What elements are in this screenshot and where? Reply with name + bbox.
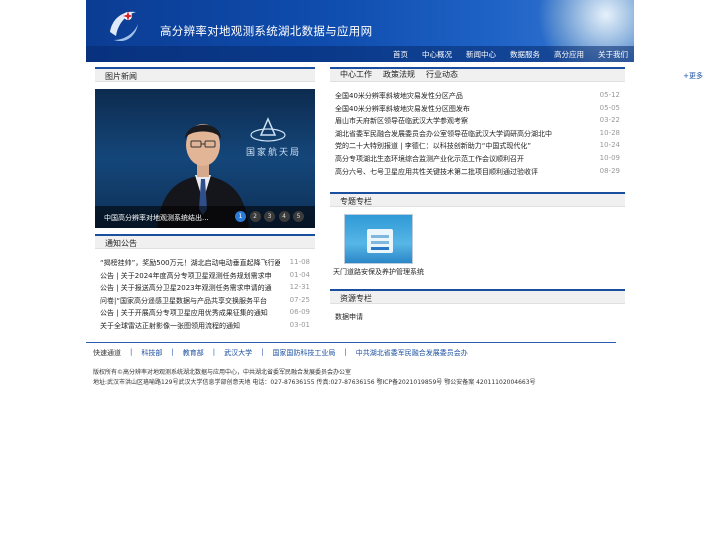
- slide-page-4[interactable]: 4: [278, 211, 290, 222]
- photo-news-title: 图片新闻: [105, 72, 137, 81]
- news-link[interactable]: 高分专项湖北生态环境综合监测产业化示范工作会议顺利召开: [335, 154, 590, 164]
- main-nav: 首页 中心概况 新闻中心 数据服务 高分应用 关于我们: [86, 46, 634, 62]
- login-field-graphic: [371, 235, 389, 238]
- notice-date: 07-25: [289, 295, 310, 304]
- news-date: 03-22: [599, 116, 620, 125]
- resources-header: 资源专栏: [330, 289, 625, 304]
- slide-background-text: 国家航天局: [245, 148, 301, 158]
- divider: |: [130, 348, 133, 356]
- list-item: “揭榜挂帅”，奖励500万元！湖北启动电动垂直起降飞行器 11-08: [100, 256, 310, 269]
- space-agency-emblem: [250, 117, 286, 142]
- news-date: 10-24: [599, 141, 620, 150]
- photo-news-header: 图片新闻: [95, 67, 315, 82]
- nav-center-overview[interactable]: 中心概况: [422, 49, 452, 60]
- news-link[interactable]: 高分六号、七号卫星应用共性关键技术第二批项目顺利通过验收评: [335, 167, 590, 177]
- projects-header: 专题专栏: [330, 192, 625, 207]
- list-item: 湖北省委军民融合发展委员会办公室领导莅临武汉大学调研高分湖北中 10-28: [335, 127, 620, 140]
- login-field-graphic: [371, 241, 389, 244]
- footer-address: 地址:武汉市洪山区珞喻路129号武汉大学信息学部创意天地 电话：027-8763…: [93, 379, 536, 386]
- resources-title: 资源专栏: [340, 294, 372, 303]
- center-work-tabs: 中心工作 政策法规 行业动态: [340, 69, 469, 80]
- notice-date: 01-04: [289, 270, 310, 279]
- slide-caption-bar: 中国高分辨率对地观测系统结出... 1 2 3 4 5: [95, 206, 315, 228]
- quick-links-label: 快速通道: [93, 349, 121, 357]
- notice-date: 11-08: [289, 258, 310, 266]
- data-request-link[interactable]: 数据申请: [335, 312, 363, 322]
- nav-applications[interactable]: 高分应用: [554, 49, 584, 60]
- news-link[interactable]: 眉山市天府新区领导莅临武汉大学参观考察: [335, 116, 590, 126]
- login-button-graphic: [371, 247, 389, 250]
- site-header: 高分辨率对地观测系统湖北数据与应用网 首页 中心概况 新闻中心 数据服务 高分应…: [86, 0, 634, 62]
- notice-link[interactable]: 公告 | 关于2024年度高分专项卫星观测任务规划需求申: [100, 271, 280, 281]
- site-title: 高分辨率对地观测系统湖北数据与应用网: [160, 24, 373, 38]
- notices-list: “揭榜挂帅”，奖励500万元！湖北启动电动垂直起降飞行器 11-08 公告 | 关…: [100, 256, 310, 332]
- divider: |: [261, 348, 264, 356]
- news-link[interactable]: 党的二十大特别报道 | 李德仁：以科技创新助力“中国式现代化”: [335, 141, 590, 151]
- list-item: 公告 | 关于开展高分专项卫星应用优秀成果征集的通知 06-09: [100, 306, 310, 319]
- notice-link[interactable]: 公告 | 关于报送高分卫星2023年观测任务需求申请的通: [100, 283, 280, 293]
- news-date: 10-09: [599, 153, 620, 162]
- center-work-list: 全国40米分辨率斜坡地灾易发性分区产品 05-12 全国40米分辨率斜坡地灾易发性…: [335, 89, 620, 177]
- notice-link[interactable]: 公告 | 关于开展高分专项卫星应用优秀成果征集的通知: [100, 308, 280, 318]
- nav-news-center[interactable]: 新闻中心: [466, 49, 496, 60]
- list-item: 问卷|“国家高分遥感卫星数据与产品共享交换服务平台 07-25: [100, 294, 310, 307]
- nav-about-us[interactable]: 关于我们: [598, 49, 628, 60]
- project-thumbnail[interactable]: [344, 214, 413, 264]
- slide-page-2[interactable]: 2: [249, 211, 261, 222]
- link-whu[interactable]: 武汉大学: [224, 348, 252, 358]
- slide-caption[interactable]: 中国高分辨率对地观测系统结出...: [104, 213, 209, 223]
- news-link[interactable]: 全国40米分辨率斜坡地灾易发性分区产品: [335, 91, 590, 101]
- list-item: 眉山市天府新区领导莅临武汉大学参观考察 03-22: [335, 114, 620, 127]
- link-sastind[interactable]: 国家国防科技工业局: [272, 348, 335, 358]
- notice-link[interactable]: 问卷|“国家高分遥感卫星数据与产品共享交换服务平台: [100, 296, 280, 306]
- nav-home[interactable]: 首页: [393, 49, 408, 60]
- notices-title: 通知公告: [105, 239, 137, 248]
- tab-center-work[interactable]: 中心工作: [340, 69, 372, 80]
- footer-copyright: 版权所有©高分辨率对地观测系统湖北数据与应用中心，中共湖北省委军民融合发展委员会…: [93, 369, 352, 376]
- notice-date: 06-09: [289, 308, 310, 317]
- list-item: 公告 | 关于报送高分卫星2023年观测任务需求申请的通 12-31: [100, 281, 310, 294]
- slide-page-3[interactable]: 3: [264, 211, 275, 222]
- news-date: 08-29: [599, 166, 620, 175]
- site-logo[interactable]: [106, 6, 142, 46]
- notice-link[interactable]: 关于全球雷达正射影像一张图领用流程的通知: [100, 321, 280, 331]
- notice-date: 03-01: [289, 320, 310, 329]
- news-date: 05-05: [599, 103, 620, 112]
- slide-page-5[interactable]: 5: [293, 211, 304, 222]
- list-item: 全国40米分辨率斜坡地灾易发性分区图发布 05-05: [335, 102, 620, 115]
- news-link[interactable]: 全国40米分辨率斜坡地灾易发性分区图发布: [335, 104, 590, 114]
- tab-policies[interactable]: 政策法规: [383, 69, 415, 80]
- list-item: 党的二十大特别报道 | 李德仁：以科技创新助力“中国式现代化” 10-24: [335, 139, 620, 152]
- notice-link[interactable]: “揭榜挂帅”，奖励500万元！湖北启动电动垂直起降飞行器: [100, 258, 280, 268]
- tab-industry-news[interactable]: 行业动态: [426, 69, 458, 80]
- news-link[interactable]: 湖北省委军民融合发展委员会办公室领导莅临武汉大学调研高分湖北中: [335, 129, 590, 139]
- list-item: 高分六号、七号卫星应用共性关键技术第二批项目顺利通过验收评 08-29: [335, 165, 620, 178]
- list-item: 关于全球雷达正射影像一张图领用流程的通知 03-01: [100, 319, 310, 332]
- project-link[interactable]: 天门道路安保及养护管理系统: [333, 267, 424, 277]
- slide-pagination: 1 2 3 4 5: [235, 211, 308, 222]
- list-item: 公告 | 关于2024年度高分专项卫星观测任务规划需求申 01-04: [100, 269, 310, 282]
- list-item: 高分专项湖北生态环境综合监测产业化示范工作会议顺利召开 10-09: [335, 152, 620, 165]
- notice-date: 12-31: [289, 283, 310, 292]
- quick-links: 快速通道 | 科技部 | 教育部 | 武汉大学 | 国家国防科技工业局 | 中共…: [86, 342, 616, 362]
- slide-page-1[interactable]: 1: [235, 211, 246, 222]
- divider: |: [344, 348, 347, 356]
- list-item: 全国40米分辨率斜坡地灾易发性分区产品 05-12: [335, 89, 620, 102]
- link-hubei-committee[interactable]: 中共湖北省委军民融合发展委员会办: [356, 348, 468, 358]
- news-date: 05-12: [599, 91, 620, 99]
- photo-news-slideshow[interactable]: 国家航天局 中国高分辨率对地观测系统结出... 1 2 3 4 5: [95, 89, 315, 228]
- link-most[interactable]: 科技部: [141, 348, 162, 358]
- projects-title: 专题专栏: [340, 197, 372, 206]
- page: 高分辨率对地观测系统湖北数据与应用网 首页 中心概况 新闻中心 数据服务 高分应…: [0, 0, 720, 540]
- news-date: 10-28: [599, 128, 620, 137]
- divider: |: [171, 348, 174, 356]
- link-moe[interactable]: 教育部: [183, 348, 204, 358]
- notices-header: 通知公告: [95, 234, 315, 249]
- divider: |: [212, 348, 216, 356]
- more-link[interactable]: +更多: [683, 71, 703, 81]
- site-footer: 版权所有©高分辨率对地观测系统湖北数据与应用中心，中共湖北省委军民融合发展委员会…: [93, 368, 613, 388]
- nav-data-service[interactable]: 数据服务: [510, 49, 540, 60]
